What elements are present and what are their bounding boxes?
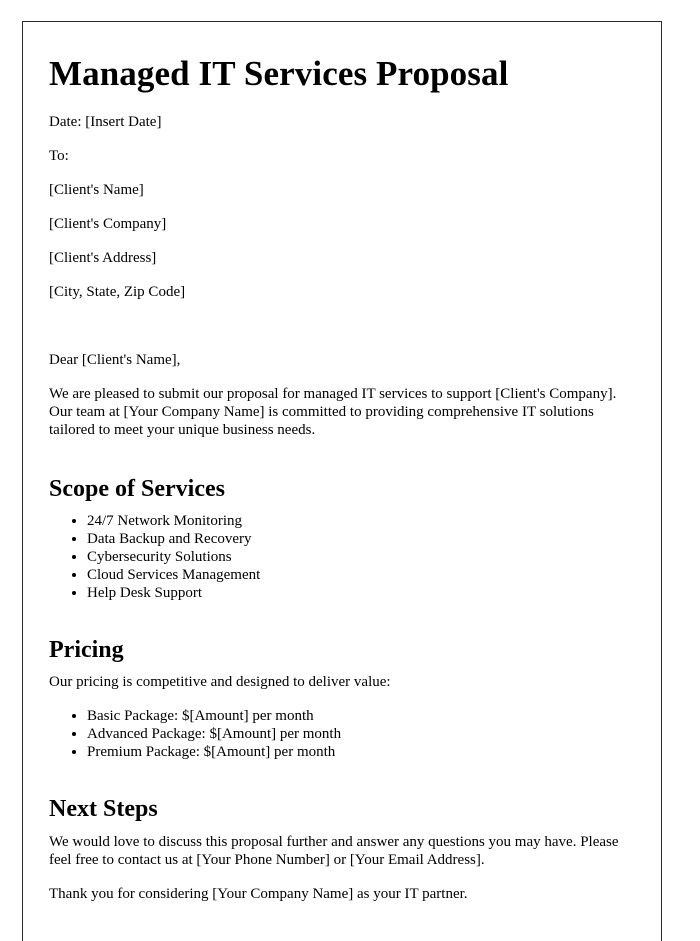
salutation: Dear [Client's Name], [49,352,181,368]
scope-pricing-spacer [49,606,627,620]
recipient-company: [Client's Company] [49,216,167,232]
section-heading-pricing: Pricing [49,637,124,664]
list-item: Cybersecurity Solutions [87,548,627,566]
list-item: 24/7 Network Monitoring [87,512,627,530]
list-item: Advanced Package: $[Amount] per month [87,725,627,743]
recipient-label: To: [49,148,69,164]
section-heading-scope-of-services: Scope of Services [49,476,225,502]
recipient-city-state-zip: [City, State, Zip Code] [49,284,186,300]
address-salutation-spacer [49,317,627,351]
document-body: Managed IT Services Proposal Date: [Inse… [49,42,627,919]
list-item: Basic Package: $[Amount] per month [87,707,627,725]
pricing-next-steps-spacer [49,765,627,779]
scope-of-services-list: 24/7 Network Monitoring Data Backup and … [49,512,627,602]
section-heading-next-steps: Next Steps [49,796,158,823]
document-page: Managed IT Services Proposal Date: [Inse… [22,21,662,941]
recipient-address: [Client's Address] [49,250,157,266]
list-item: Premium Package: $[Amount] per month [87,743,627,761]
intro-section-spacer [49,455,627,459]
recipient-name: [Client's Name] [49,182,144,198]
page-title: Managed IT Services Proposal [49,54,509,93]
next-steps-paragraph: We would love to discuss this proposal f… [49,833,619,868]
list-item: Help Desk Support [87,584,627,602]
intro-paragraph: We are pleased to submit our proposal fo… [49,386,617,438]
list-item: Cloud Services Management [87,566,627,584]
list-item: Data Backup and Recovery [87,530,627,548]
pricing-list: Basic Package: $[Amount] per month Advan… [49,707,627,761]
date-line: Date: [Insert Date] [49,114,162,130]
pricing-lead-in: Our pricing is competitive and designed … [49,674,391,691]
